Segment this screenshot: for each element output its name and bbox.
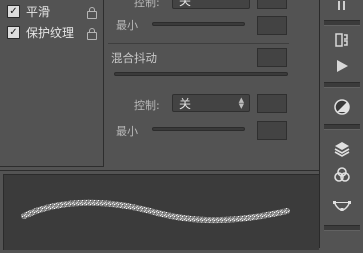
protect-texture-checkbox[interactable]: ✓ [7,25,20,39]
smoothing-label: 平滑 [26,4,51,19]
control-dropdown[interactable]: 关 ▲ ▼ [172,94,250,112]
brush-preview [0,170,319,250]
top-min-field[interactable] [257,16,287,35]
control-value: 关 [179,96,192,111]
toolbar-divider [324,225,360,231]
top-control-value-field[interactable] [257,0,287,9]
top-control-label: 控制: [134,0,160,9]
min-slider[interactable] [152,127,245,131]
dropdown-arrow-icon: ▲ ▼ [238,96,244,110]
smoothing-checkbox[interactable]: ✓ [7,4,20,18]
brush-options-list: ✓ 平滑 ✓ 保护纹理 [0,0,104,167]
toolbar-divider [324,82,360,88]
brush-preview-canvas [3,174,319,250]
control-value-field[interactable] [257,94,287,113]
control-label: 控制: [134,99,160,112]
play-icon[interactable] [329,55,355,77]
protect-texture-label: 保护纹理 [26,25,75,40]
panel-toolbar [319,0,363,248]
top-min-label: 最小 [116,19,138,32]
option-protect-texture[interactable]: ✓ 保护纹理 [7,24,74,40]
paths-icon[interactable] [329,196,355,218]
top-control-value: 关 [179,0,192,8]
min-field[interactable] [257,121,287,140]
min-label: 最小 [116,125,138,138]
color-circle-icon[interactable] [329,96,355,118]
pause-icon[interactable] [329,0,355,18]
layers-icon[interactable] [329,138,355,160]
section-title: 混合抖动 [111,51,157,65]
blend-jitter-field[interactable] [257,48,287,67]
toolbar-divider [324,20,360,26]
option-smoothing[interactable]: ✓ 平滑 [7,3,50,19]
lock-icon[interactable] [87,7,97,19]
brush-stroke-preview [21,199,290,224]
top-min-slider[interactable] [152,22,245,26]
top-control-dropdown[interactable]: 关 [172,0,250,9]
lock-icon[interactable] [87,28,97,40]
toolbar-divider [324,124,360,130]
channels-icon[interactable] [329,164,355,186]
blend-jitter-slider[interactable] [114,72,288,76]
section-divider [108,43,289,44]
brush-presets-icon[interactable] [329,29,355,51]
